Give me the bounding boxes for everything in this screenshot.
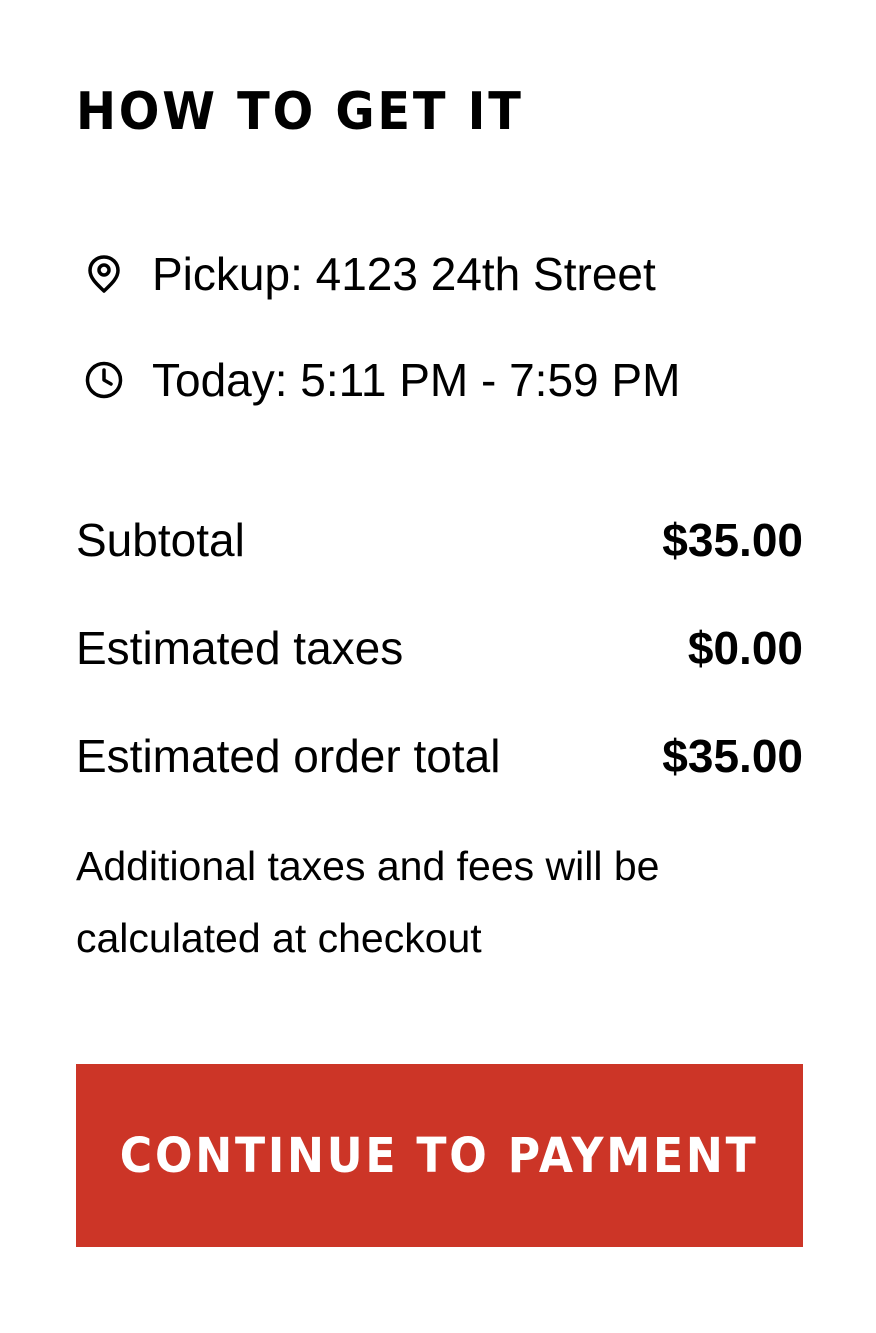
continue-to-payment-button[interactable]: CONTINUE TO PAYMENT [76,1064,803,1247]
estimated-taxes-row: Estimated taxes $0.00 [76,616,803,680]
order-total-row: Estimated order total $35.00 [76,724,803,788]
subtotal-label: Subtotal [76,514,245,566]
continue-to-payment-label: CONTINUE TO PAYMENT [120,1127,759,1184]
order-total-value: $35.00 [662,730,803,782]
clock-icon [84,360,124,400]
pickup-address-text: Pickup: 4123 24th Street [152,248,656,300]
estimated-taxes-value: $0.00 [687,622,803,674]
estimated-taxes-label: Estimated taxes [76,622,404,674]
section-title: HOW TO GET IT [76,82,524,142]
pickup-time: Today: 5:11 PM - 7:59 PM [84,350,680,410]
subtotal-row: Subtotal $35.00 [76,508,803,572]
checkout-fees-note: Additional taxes and fees will be calcul… [76,843,660,961]
subtotal-value: $35.00 [662,514,803,566]
order-total-label: Estimated order total [76,730,501,782]
pickup-time-text: Today: 5:11 PM - 7:59 PM [152,354,681,406]
location-pin-icon [84,254,124,294]
pickup-location: Pickup: 4123 24th Street [84,244,656,304]
